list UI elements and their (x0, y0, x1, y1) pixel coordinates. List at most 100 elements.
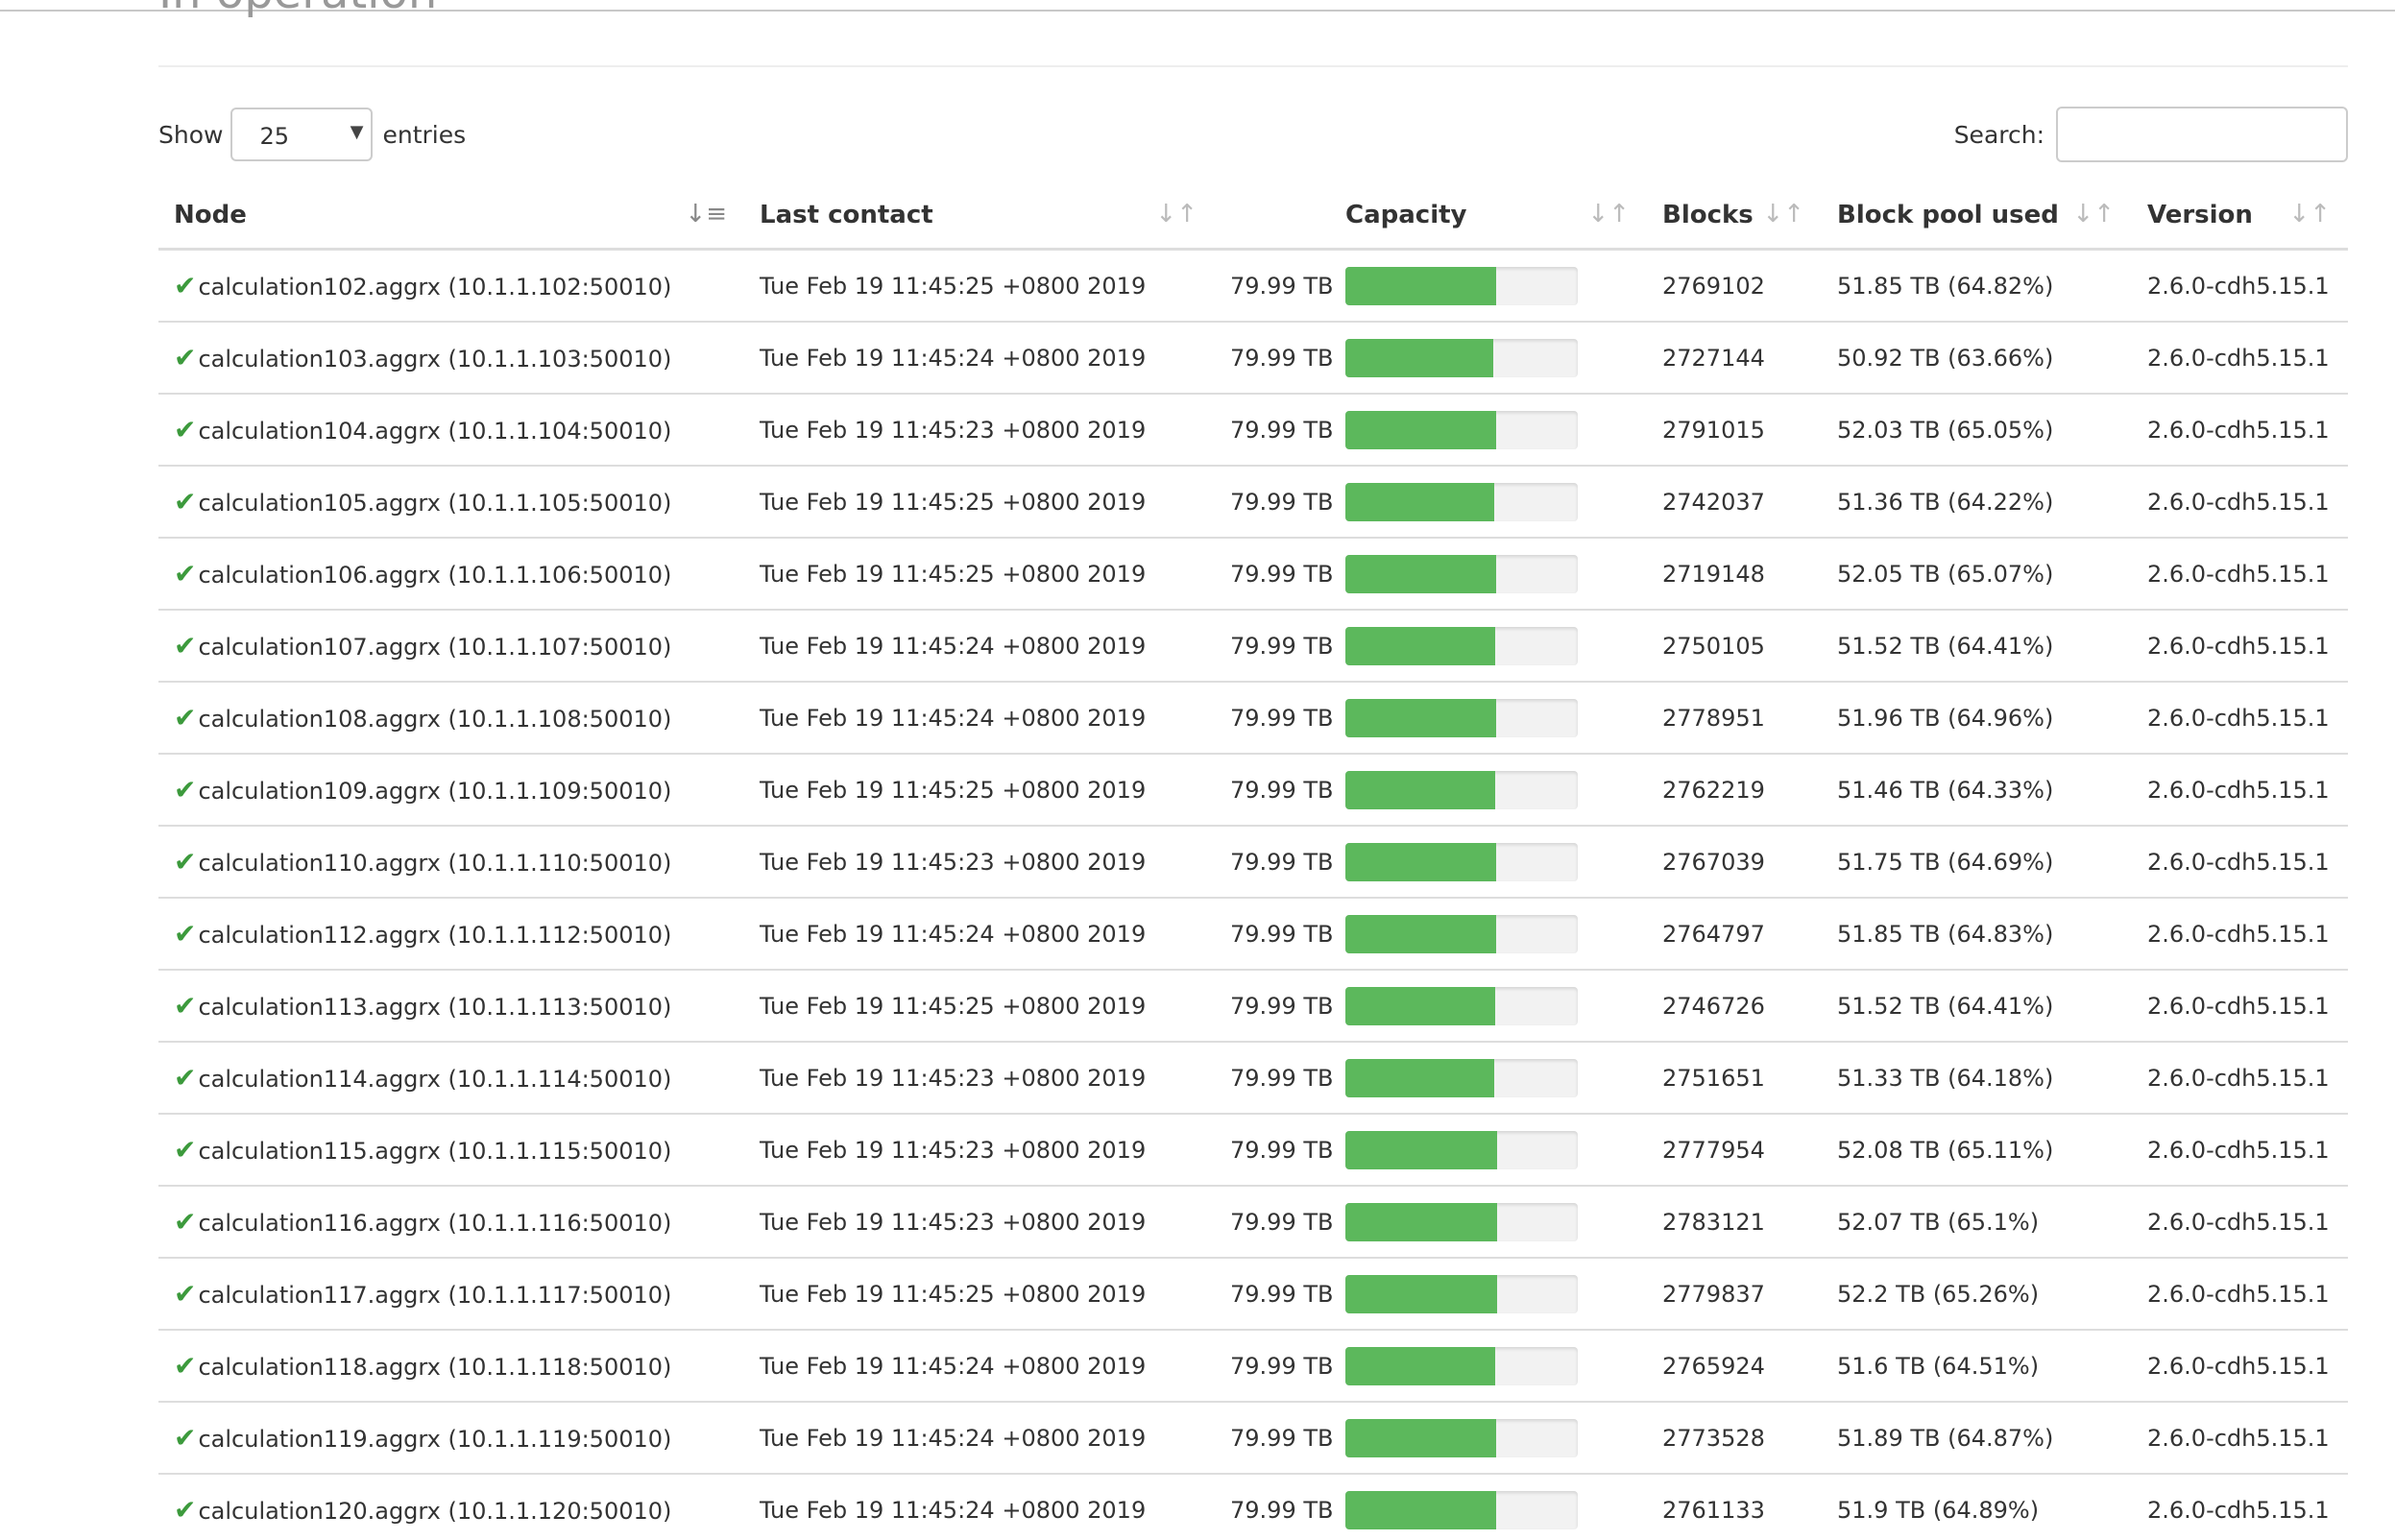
sort-icon[interactable]: ↓↑ (1587, 200, 1630, 229)
node-link[interactable]: calculation104.aggrx (10.1.1.104:50010) (198, 418, 671, 445)
node-link[interactable]: calculation117.aggrx (10.1.1.117:50010) (198, 1282, 671, 1309)
blocks-cell: 2764797 (1647, 898, 1822, 971)
capacity-value: 79.99 TB (1230, 1496, 1334, 1524)
block-pool-used-cell: 50.92 TB (63.66%) (1822, 322, 2132, 395)
node-link[interactable]: calculation119.aggrx (10.1.1.119:50010) (198, 1426, 671, 1453)
search-input[interactable] (2056, 107, 2348, 162)
last-contact-cell: Tue Feb 19 11:45:23 +0800 2019 (744, 1186, 1215, 1259)
last-contact-cell: Tue Feb 19 11:45:25 +0800 2019 (744, 466, 1215, 539)
blocks-cell: 2783121 (1647, 1186, 1822, 1259)
table-controls: Show 25 ▼ entries Search: (158, 106, 2348, 163)
capacity-cell: 79.99 TB (1215, 1042, 1647, 1115)
node-link[interactable]: calculation113.aggrx (10.1.1.113:50010) (198, 994, 671, 1021)
column-header-node[interactable]: Node ↓≡ (158, 182, 744, 251)
node-link[interactable]: calculation107.aggrx (10.1.1.107:50010) (198, 634, 671, 661)
table-row: ✔calculation112.aggrx (10.1.1.112:50010)… (158, 898, 2348, 971)
capacity-cell: 79.99 TB (1215, 898, 1647, 971)
entries-select[interactable]: 25 ▼ (230, 108, 374, 161)
capacity-wrap: 79.99 TB (1230, 554, 1647, 593)
search-label: Search: (1953, 120, 2044, 149)
last-contact-cell: Tue Feb 19 11:45:25 +0800 2019 (744, 538, 1215, 611)
node-link[interactable]: calculation118.aggrx (10.1.1.118:50010) (198, 1354, 671, 1381)
capacity-bar (1345, 1346, 1578, 1385)
capacity-wrap: 79.99 TB (1230, 338, 1647, 377)
block-pool-used-cell: 51.52 TB (64.41%) (1822, 970, 2132, 1043)
node-link[interactable]: calculation105.aggrx (10.1.1.105:50010) (198, 490, 671, 517)
sort-icon[interactable]: ↓↑ (2288, 200, 2331, 229)
node-cell: ✔calculation106.aggrx (10.1.1.106:50010) (158, 538, 744, 611)
capacity-bar (1345, 1274, 1578, 1313)
column-header-blocks[interactable]: Blocks ↓↑ (1647, 182, 1822, 251)
sort-desc-icon[interactable]: ↓≡ (685, 200, 727, 229)
capacity-bar (1345, 1490, 1578, 1529)
block-pool-used-cell: 51.33 TB (64.18%) (1822, 1042, 2132, 1115)
block-pool-used-cell: 51.9 TB (64.89%) (1822, 1474, 2132, 1540)
capacity-cell: 79.99 TB (1215, 826, 1647, 899)
capacity-bar-fill (1345, 554, 1497, 593)
capacity-wrap: 79.99 TB (1230, 1346, 1647, 1385)
node-link[interactable]: calculation110.aggrx (10.1.1.110:50010) (198, 850, 671, 877)
section-divider (158, 65, 2348, 67)
capacity-value: 79.99 TB (1230, 1280, 1334, 1308)
column-header-last-contact[interactable]: Last contact ↓↑ (744, 182, 1215, 251)
datanode-table: Node ↓≡ Last contact ↓↑ Capacity ↓↑ Bloc… (158, 182, 2348, 1540)
version-cell: 2.6.0-cdh5.15.1 (2132, 1042, 2348, 1115)
capacity-bar-fill (1345, 770, 1495, 809)
capacity-bar (1345, 842, 1578, 881)
column-header-capacity[interactable]: Capacity ↓↑ (1215, 182, 1647, 251)
node-link[interactable]: calculation108.aggrx (10.1.1.108:50010) (198, 706, 671, 733)
block-pool-used-cell: 51.6 TB (64.51%) (1822, 1330, 2132, 1403)
version-cell: 2.6.0-cdh5.15.1 (2132, 1258, 2348, 1331)
blocks-cell: 2779837 (1647, 1258, 1822, 1331)
capacity-value: 79.99 TB (1230, 488, 1334, 516)
capacity-value: 79.99 TB (1230, 704, 1334, 732)
table-row: ✔calculation102.aggrx (10.1.1.102:50010)… (158, 249, 2348, 323)
capacity-bar-fill (1345, 1490, 1497, 1529)
blocks-cell: 2773528 (1647, 1402, 1822, 1475)
capacity-cell: 79.99 TB (1215, 1186, 1647, 1259)
node-link[interactable]: calculation102.aggrx (10.1.1.102:50010) (198, 274, 671, 301)
block-pool-used-cell: 51.89 TB (64.87%) (1822, 1402, 2132, 1475)
sort-icon[interactable]: ↓↑ (1155, 200, 1198, 229)
last-contact-cell: Tue Feb 19 11:45:24 +0800 2019 (744, 322, 1215, 395)
sort-icon[interactable]: ↓↑ (1762, 200, 1804, 229)
capacity-wrap: 79.99 TB (1230, 1418, 1647, 1457)
block-pool-used-cell: 51.46 TB (64.33%) (1822, 754, 2132, 827)
node-link[interactable]: calculation103.aggrx (10.1.1.103:50010) (198, 346, 671, 373)
node-link[interactable]: calculation116.aggrx (10.1.1.116:50010) (198, 1210, 671, 1237)
capacity-bar (1345, 698, 1578, 737)
capacity-bar (1345, 770, 1578, 809)
last-contact-cell: Tue Feb 19 11:45:24 +0800 2019 (744, 1402, 1215, 1475)
node-link[interactable]: calculation120.aggrx (10.1.1.120:50010) (198, 1498, 671, 1525)
capacity-bar (1345, 914, 1578, 953)
check-icon: ✔ (174, 342, 197, 373)
capacity-cell: 79.99 TB (1215, 394, 1647, 467)
node-cell: ✔calculation113.aggrx (10.1.1.113:50010) (158, 970, 744, 1043)
capacity-bar-fill (1345, 1058, 1495, 1097)
version-cell: 2.6.0-cdh5.15.1 (2132, 538, 2348, 611)
block-pool-used-cell: 52.03 TB (65.05%) (1822, 394, 2132, 467)
node-link[interactable]: calculation115.aggrx (10.1.1.115:50010) (198, 1138, 671, 1165)
version-cell: 2.6.0-cdh5.15.1 (2132, 682, 2348, 755)
column-header-label: Block pool used (1837, 201, 2059, 229)
version-cell: 2.6.0-cdh5.15.1 (2132, 1186, 2348, 1259)
blocks-cell: 2765924 (1647, 1330, 1822, 1403)
sort-icon[interactable]: ↓↑ (2072, 200, 2115, 229)
blocks-cell: 2767039 (1647, 826, 1822, 899)
table-row: ✔calculation119.aggrx (10.1.1.119:50010)… (158, 1402, 2348, 1475)
block-pool-used-cell: 52.05 TB (65.07%) (1822, 538, 2132, 611)
version-cell: 2.6.0-cdh5.15.1 (2132, 466, 2348, 539)
last-contact-cell: Tue Feb 19 11:45:24 +0800 2019 (744, 1330, 1215, 1403)
column-header-block-pool-used[interactable]: Block pool used ↓↑ (1822, 182, 2132, 251)
column-header-version[interactable]: Version ↓↑ (2132, 182, 2348, 251)
node-link[interactable]: calculation112.aggrx (10.1.1.112:50010) (198, 922, 671, 949)
node-link[interactable]: calculation109.aggrx (10.1.1.109:50010) (198, 778, 671, 805)
capacity-cell: 79.99 TB (1215, 1330, 1647, 1403)
node-link[interactable]: calculation106.aggrx (10.1.1.106:50010) (198, 562, 671, 589)
capacity-bar (1345, 482, 1578, 521)
table-row: ✔calculation117.aggrx (10.1.1.117:50010)… (158, 1258, 2348, 1331)
blocks-cell: 2719148 (1647, 538, 1822, 611)
node-link[interactable]: calculation114.aggrx (10.1.1.114:50010) (198, 1066, 671, 1093)
entries-select-value: 25 (259, 123, 290, 150)
column-header-label: Last contact (760, 201, 933, 229)
